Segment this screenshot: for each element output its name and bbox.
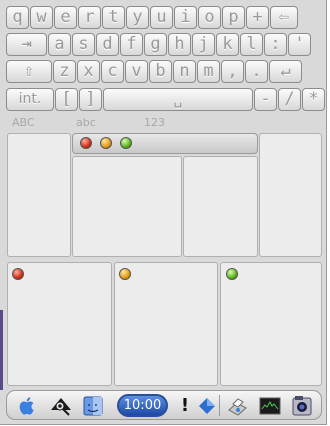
mode-numbers[interactable]: 123 — [144, 116, 165, 129]
key-g[interactable]: g — [144, 33, 167, 56]
key-z[interactable]: z — [53, 60, 76, 83]
clock-badge[interactable]: 10:00 — [117, 394, 168, 417]
pane-top-left[interactable] — [7, 133, 71, 257]
alert-icon[interactable]: ! — [173, 394, 197, 418]
keyboard-mode-bar: ABC abc 123 — [12, 116, 322, 130]
search-eye-icon[interactable] — [49, 394, 73, 418]
tab-key[interactable]: ⇥ — [6, 33, 47, 56]
key-h[interactable]: h — [168, 33, 191, 56]
keyboard-row-3: ⇧ z x c v b n m , . ↵ — [6, 60, 302, 83]
key-apostrophe[interactable]: ' — [288, 33, 311, 56]
key-u[interactable]: u — [150, 6, 173, 29]
pane-top-right[interactable] — [259, 133, 322, 257]
window-left-close-button[interactable] — [12, 268, 24, 280]
dock-separator — [219, 395, 220, 416]
window-center[interactable] — [114, 262, 218, 386]
key-v[interactable]: v — [125, 60, 148, 83]
key-x[interactable]: x — [77, 60, 100, 83]
int-key[interactable]: int. — [6, 88, 54, 111]
mode-abc-lower[interactable]: abc — [76, 116, 96, 129]
key-k[interactable]: k — [216, 33, 239, 56]
key-y[interactable]: y — [126, 6, 149, 29]
key-t[interactable]: t — [102, 6, 125, 29]
keyboard-row-2: ⇥ a s d f g h j k l : ' — [6, 33, 311, 56]
key-minus[interactable]: - — [254, 88, 277, 111]
finder-icon[interactable] — [81, 394, 105, 418]
key-m[interactable]: m — [197, 60, 220, 83]
key-f[interactable]: f — [120, 33, 143, 56]
key-r[interactable]: r — [78, 6, 101, 29]
window-left[interactable] — [7, 262, 112, 386]
key-plus[interactable]: + — [246, 6, 269, 29]
minimize-button[interactable] — [100, 137, 112, 149]
key-c[interactable]: c — [101, 60, 124, 83]
mode-abc-upper[interactable]: ABC — [12, 116, 35, 129]
key-o[interactable]: o — [198, 6, 221, 29]
zoom-button[interactable] — [120, 137, 132, 149]
keyboard-row-4: int. [ ] ␣ - / * — [6, 88, 325, 111]
key-q[interactable]: q — [6, 6, 29, 29]
key-d[interactable]: d — [96, 33, 119, 56]
window-center-minimize-button[interactable] — [119, 268, 131, 280]
key-n[interactable]: n — [173, 60, 196, 83]
key-l[interactable]: l — [240, 33, 263, 56]
key-period[interactable]: . — [245, 60, 268, 83]
window-title-strip — [72, 133, 258, 154]
pane-top-center-left[interactable] — [72, 156, 182, 257]
key-open-bracket[interactable]: [ — [55, 88, 78, 111]
key-colon[interactable]: : — [264, 33, 287, 56]
keyboard-row-1: q w e r t y u i o p + ⇦ — [6, 6, 298, 29]
key-j[interactable]: j — [192, 33, 215, 56]
printer-icon[interactable] — [225, 394, 249, 418]
key-comma[interactable]: , — [221, 60, 244, 83]
key-a[interactable]: a — [48, 33, 71, 56]
key-slash[interactable]: / — [278, 88, 301, 111]
window-right[interactable] — [220, 262, 322, 386]
key-close-bracket[interactable]: ] — [79, 88, 102, 111]
camera-icon[interactable] — [290, 394, 314, 418]
enter-key[interactable]: ↵ — [269, 60, 302, 83]
terminal-icon[interactable] — [258, 394, 282, 418]
shift-key[interactable]: ⇧ — [6, 60, 52, 83]
apple-icon[interactable] — [15, 394, 39, 418]
key-w[interactable]: w — [30, 6, 53, 29]
key-e[interactable]: e — [54, 6, 77, 29]
key-asterisk[interactable]: * — [302, 88, 325, 111]
key-b[interactable]: b — [149, 60, 172, 83]
diamond-icon[interactable] — [195, 394, 219, 418]
window-right-zoom-button[interactable] — [226, 268, 238, 280]
pane-top-center-right[interactable] — [183, 156, 258, 257]
key-p[interactable]: p — [222, 6, 245, 29]
key-i[interactable]: i — [174, 6, 197, 29]
space-key[interactable]: ␣ — [103, 88, 253, 111]
close-button[interactable] — [80, 137, 92, 149]
background-stripe — [0, 310, 3, 390]
backspace-key[interactable]: ⇦ — [270, 6, 298, 29]
key-s[interactable]: s — [72, 33, 95, 56]
dock-bar: 10:00 ! — [6, 390, 322, 420]
